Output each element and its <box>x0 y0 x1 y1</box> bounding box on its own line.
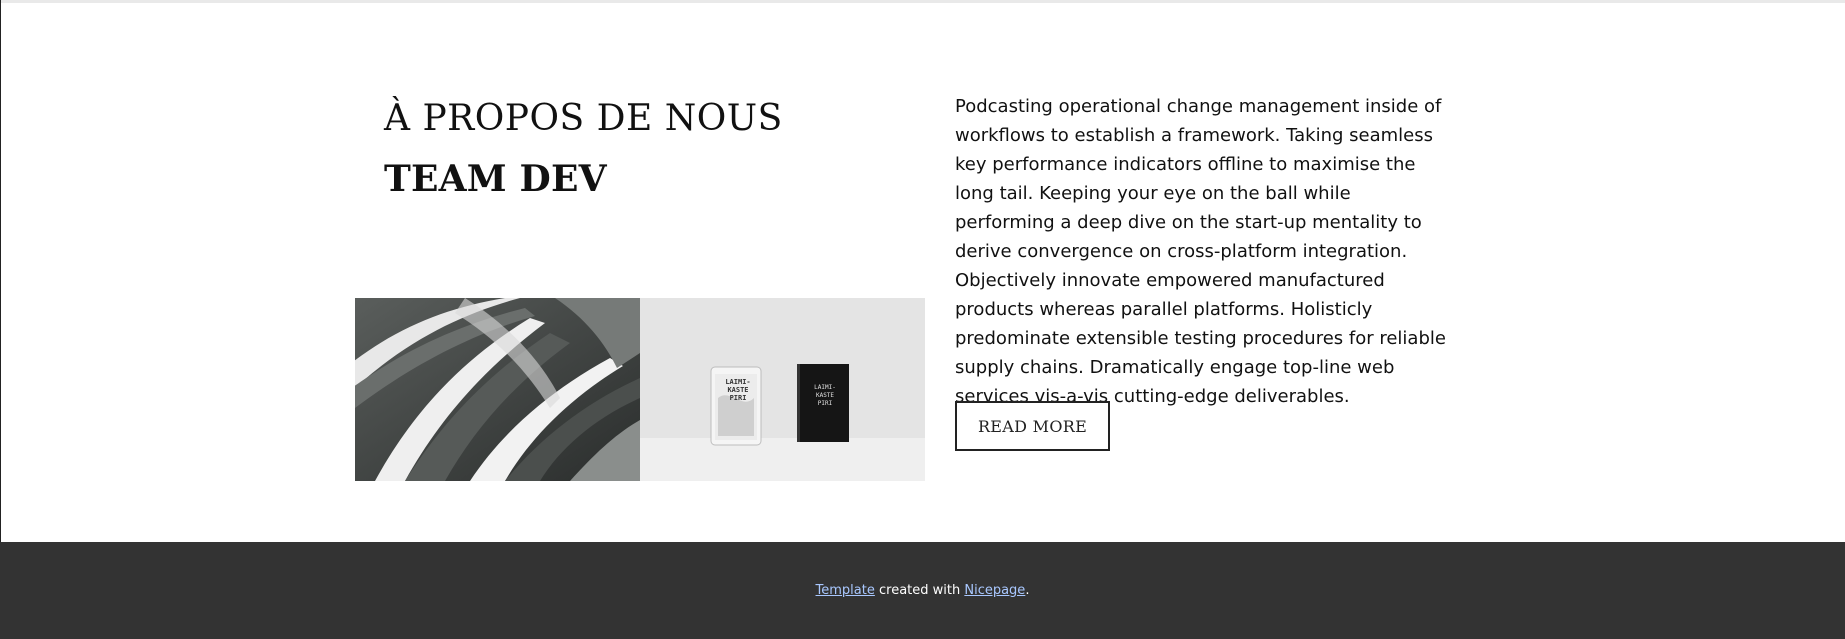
template-link[interactable]: Template <box>816 583 875 598</box>
book-label-mid: KASTE <box>815 392 835 399</box>
about-subtitle: TEAM DEV <box>384 158 607 200</box>
package-label-mid: KASTE <box>727 386 749 394</box>
package-label: LAIMI- KASTE PIRI <box>718 378 758 402</box>
about-section: À PROPOS DE NOUS TEAM DEV LAIMI- KASTE P… <box>0 0 1845 542</box>
products-image: LAIMI- KASTE PIRI LAIMI- KASTE PIRI <box>640 298 925 481</box>
about-description: Podcasting operational change management… <box>955 96 1446 407</box>
products-illustration <box>640 298 925 481</box>
footer-middle-text: created with <box>874 583 965 598</box>
book-label-top: LAIMI- <box>814 384 836 391</box>
read-more-button[interactable]: READ MORE <box>955 401 1110 451</box>
footer: Template created with Nicepage. <box>0 542 1845 639</box>
about-title: À PROPOS DE NOUS <box>384 98 783 139</box>
package-label-bot: PIRI <box>729 394 747 402</box>
architecture-image <box>355 298 640 481</box>
footer-end-text: . <box>1025 583 1030 598</box>
footer-text: Template created with Nicepage. <box>816 583 1030 598</box>
book-label-bot: PIRI <box>817 400 833 407</box>
book-label: LAIMI- KASTE PIRI <box>805 384 845 408</box>
image-strip: LAIMI- KASTE PIRI LAIMI- KASTE PIRI <box>355 298 925 481</box>
nicepage-link[interactable]: Nicepage <box>964 583 1025 598</box>
architecture-illustration <box>355 298 640 481</box>
package-label-top: LAIMI- <box>725 378 751 386</box>
